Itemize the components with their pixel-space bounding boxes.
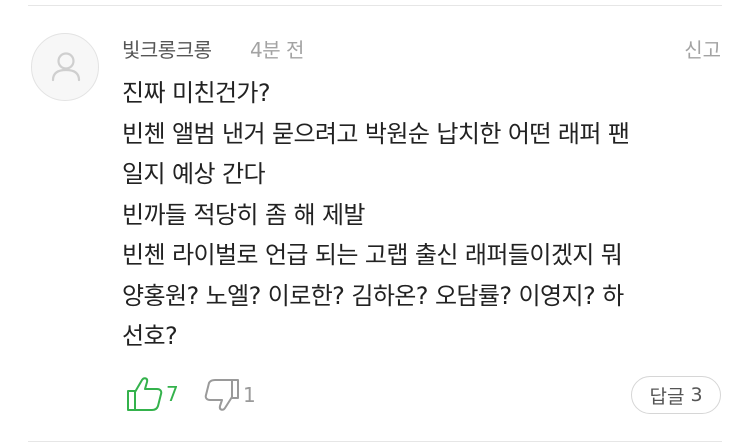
comment-line: 빈까들 적당히 좀 해 제발 bbox=[122, 200, 366, 229]
like-count: 7 bbox=[166, 382, 179, 406]
thumbs-up-icon bbox=[127, 377, 163, 411]
avatar[interactable] bbox=[31, 33, 99, 101]
reply-count: 3 bbox=[690, 384, 703, 406]
comment-line: 선호? bbox=[122, 322, 178, 350]
user-silhouette-icon bbox=[51, 52, 81, 82]
comment-line: 빈첸 앨범 낸거 묻으려고 박원순 납치한 어떤 래퍼 팬 bbox=[122, 119, 630, 148]
top-divider bbox=[28, 5, 722, 6]
comment-line: 일지 예상 간다 bbox=[122, 160, 266, 188]
comment-body: 진짜 미친건가? 빈첸 앨범 낸거 묻으려고 박원순 납치한 어떤 래퍼 팬 일… bbox=[122, 73, 732, 357]
like-button[interactable]: 7 bbox=[126, 376, 179, 412]
comment-line: 양홍원? 노엘? 이로한? 김하온? 오담률? 이영지? 하 bbox=[122, 281, 624, 310]
author-name[interactable]: 빛크롱크롱 bbox=[122, 34, 212, 63]
comment-line: 빈첸 라이벌로 언급 되는 고랩 출신 래퍼들이겠지 뭐 bbox=[122, 241, 623, 269]
dislike-count: 1 bbox=[243, 383, 256, 407]
reply-button[interactable]: 답글 3 bbox=[631, 376, 721, 414]
bottom-divider bbox=[28, 441, 722, 442]
thumbs-down-icon bbox=[204, 379, 239, 411]
comment-line: 진짜 미친건가? bbox=[122, 79, 271, 107]
post-time: 4분 전 bbox=[250, 38, 304, 62]
reply-label: 답글 bbox=[649, 385, 685, 408]
report-button[interactable]: 신고 bbox=[684, 34, 721, 63]
dislike-button[interactable]: 1 bbox=[204, 378, 256, 412]
